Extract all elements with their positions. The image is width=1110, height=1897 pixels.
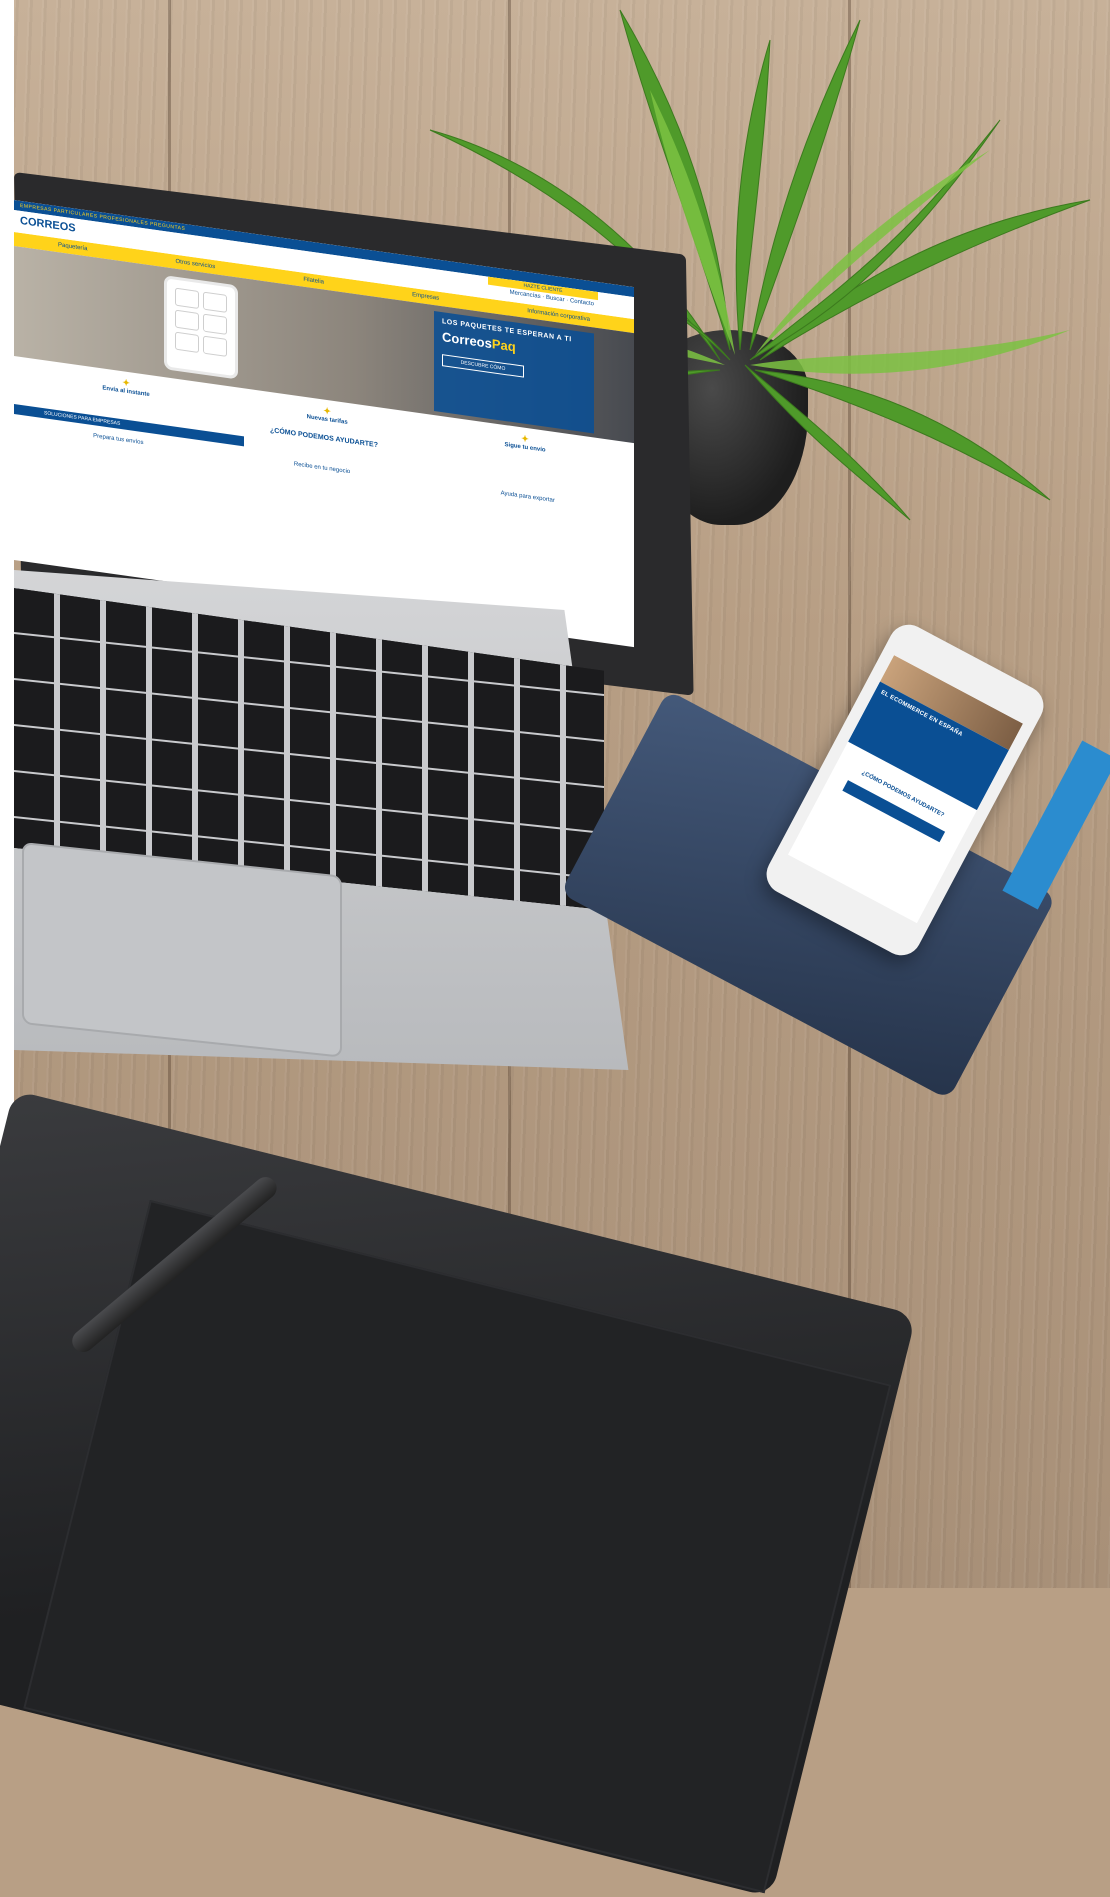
feature-item[interactable]: Envía al instante bbox=[102, 374, 149, 398]
nav-item[interactable]: Paquetería bbox=[58, 242, 87, 252]
hero-panel: LOS PAQUETES TE ESPERAN A TI CorreosPaq … bbox=[434, 311, 594, 434]
service-item[interactable]: Recibe en tu negocio bbox=[294, 461, 350, 475]
hero-cta-button[interactable]: DESCUBRE CÓMO bbox=[442, 354, 524, 378]
nav-item[interactable]: Empresas bbox=[412, 292, 439, 302]
nav-item[interactable]: Filatelia bbox=[303, 277, 324, 286]
service-item[interactable]: Ayuda para exportar bbox=[501, 490, 555, 504]
feature-item[interactable]: Sigue tu envío bbox=[505, 431, 546, 454]
site-logo[interactable]: CORREOS bbox=[20, 215, 76, 235]
hero-phone-image bbox=[164, 275, 238, 380]
service-item[interactable]: Prepara tus envíos bbox=[93, 433, 143, 446]
nav-item[interactable]: Otros servicios bbox=[176, 259, 216, 271]
feature-item[interactable]: Nuevas tarifas bbox=[307, 403, 348, 426]
laptop-trackpad bbox=[22, 842, 342, 1058]
